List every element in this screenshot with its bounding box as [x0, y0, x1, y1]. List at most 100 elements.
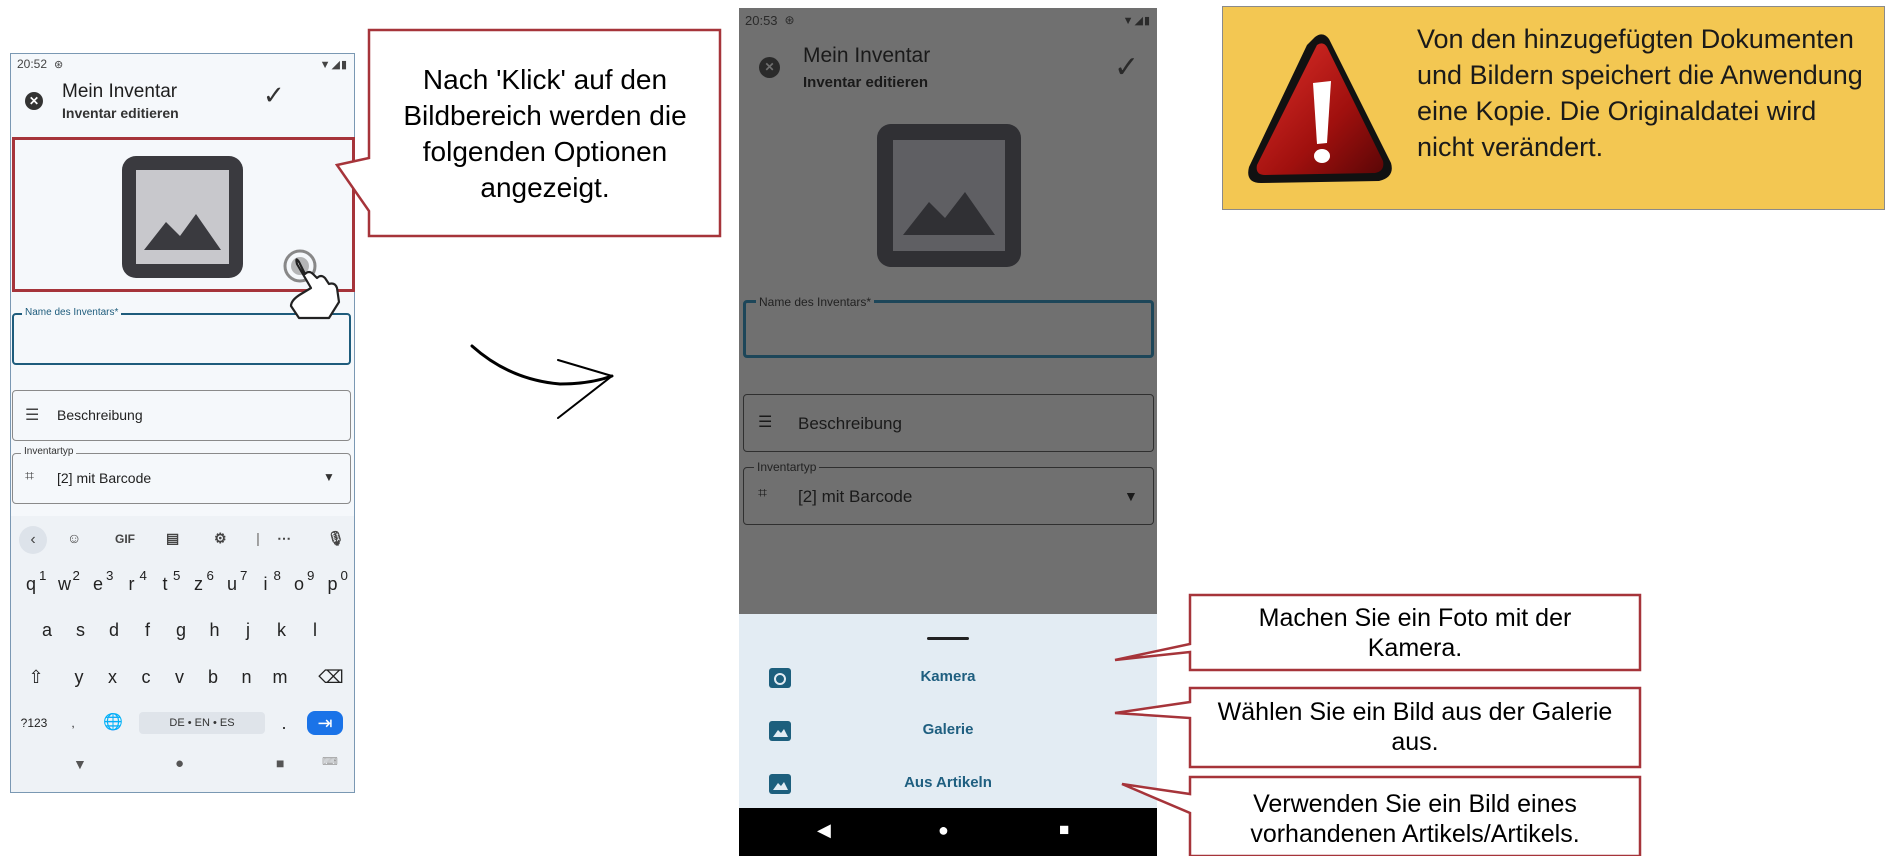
landscape-icon [903, 192, 995, 235]
inventory-name-label: Name des Inventars* [22, 307, 122, 318]
drag-handle[interactable] [927, 637, 969, 640]
on-screen-keyboard: ‹ ☺ GIF ▤ ⚙ | ⋯ 🎙 q1w2e3r4t5z6u7i8o9p0 a… [11, 516, 354, 792]
nav-back-icon[interactable]: ▼ [73, 756, 87, 772]
key-j[interactable]: j [236, 612, 260, 648]
shift-icon[interactable]: ⇧ [21, 659, 51, 695]
crop-icon: ⌗ [25, 468, 35, 485]
microphone-icon[interactable]: 🎙 [327, 530, 345, 547]
description-field[interactable]: ☰ Beschreibung [743, 394, 1154, 452]
status-time: 20:53 [745, 12, 778, 28]
option-from-articles-label: Aus Artikeln [904, 774, 992, 791]
key-hint: 2 [72, 568, 80, 583]
option-gallery-label: Galerie [922, 721, 974, 738]
key-row-3: ⇧ ⌫ yxcvbnm [11, 659, 354, 695]
key-h[interactable]: h [203, 612, 227, 648]
description-placeholder: Beschreibung [798, 414, 902, 433]
key-y[interactable]: y [67, 659, 91, 695]
system-nav-bar: ▼ ● ■ ⌨ [11, 752, 354, 782]
globe-icon[interactable]: 🌐 [101, 705, 125, 741]
key-hint: 8 [273, 568, 281, 583]
key-v[interactable]: v [168, 659, 192, 695]
app-bar: ✕ Mein Inventar Inventar editieren ✓ [11, 76, 354, 136]
option-gallery[interactable]: Galerie [739, 713, 1157, 749]
more-icon[interactable]: ⋯ [277, 530, 291, 547]
confirm-check-icon[interactable]: ✓ [1114, 50, 1139, 85]
key-d[interactable]: d [102, 612, 126, 648]
page-subtitle: Inventar editieren [803, 74, 929, 91]
inventory-type-value: [2] mit Barcode [798, 487, 913, 506]
option-camera[interactable]: Kamera [739, 660, 1157, 696]
close-icon[interactable]: ✕ [759, 57, 780, 78]
emoji-comma-key[interactable]: , [63, 705, 83, 741]
nav-back-icon[interactable]: ◀ [817, 820, 831, 841]
key-s[interactable]: s [69, 612, 93, 648]
sticker-icon[interactable]: ☺ [67, 530, 81, 546]
symbols-key[interactable]: ?123 [17, 705, 51, 741]
page-title: Mein Inventar [803, 44, 931, 67]
key-hint: 5 [173, 568, 181, 583]
hand-tap-icon [283, 249, 341, 320]
status-bar: 20:53 ⊛ ▼◢▮ [739, 8, 1157, 32]
nav-home-icon[interactable]: ● [175, 755, 184, 772]
settings-gear-icon[interactable]: ⚙ [214, 530, 227, 547]
warning-triangle-icon [1248, 34, 1392, 183]
inventory-name-field[interactable]: Name des Inventars* [743, 295, 1154, 358]
inventory-type-label: Inventartyp [21, 446, 77, 457]
description-lines-icon: ☰ [25, 407, 40, 424]
key-hint: 7 [240, 568, 248, 583]
nav-recents-icon[interactable]: ■ [276, 755, 284, 771]
crop-icon: ⌗ [758, 485, 768, 502]
key-b[interactable]: b [201, 659, 225, 695]
confirm-check-icon[interactable]: ✓ [263, 80, 285, 111]
key-k[interactable]: k [270, 612, 294, 648]
signal-battery-icon: ▼◢▮ [1122, 14, 1151, 27]
inventory-type-select[interactable]: Inventartyp ⌗ [2] mit Barcode ▼ [743, 460, 1154, 525]
description-lines-icon: ☰ [758, 414, 773, 431]
keyboard-hide-icon[interactable]: ⌨ [322, 755, 338, 768]
sync-icon: ⊛ [784, 13, 795, 27]
nav-recents-icon[interactable]: ■ [1059, 820, 1069, 840]
system-nav-bar: ◀ ● ■ [739, 808, 1157, 856]
key-a[interactable]: a [35, 612, 59, 648]
key-m[interactable]: m [268, 659, 292, 695]
chevron-left-icon[interactable]: ‹ [19, 526, 47, 554]
warning-note: Von den hinzugefügten Dokumenten und Bil… [1222, 6, 1885, 210]
arrow-right-icon [470, 344, 614, 419]
callout-gallery-text: Wählen Sie ein Bild aus der Galerie aus. [1217, 698, 1613, 756]
image-placeholder[interactable] [877, 124, 1021, 267]
inventory-type-label: Inventartyp [754, 460, 820, 474]
toolbar-divider: | [256, 530, 260, 546]
key-f[interactable]: f [136, 612, 160, 648]
page-subtitle: Inventar editieren [62, 105, 179, 121]
key-hint: 3 [106, 568, 114, 583]
key-x[interactable]: x [101, 659, 125, 695]
key-row-4: ?123 , 🌐 DE • EN • ES . ⇥ [11, 705, 354, 741]
image-source-bottom-sheet: Kamera Galerie Aus Artikeln [739, 614, 1157, 814]
key-row-2: asdfghjkl [11, 612, 354, 648]
backspace-icon[interactable]: ⌫ [316, 659, 346, 695]
key-hint: 6 [206, 568, 214, 583]
callout-camera-text: Machen Sie ein Foto mit der Kamera. [1258, 604, 1572, 662]
space-key[interactable]: DE • EN • ES [139, 712, 265, 734]
period-key[interactable]: . [275, 705, 293, 741]
option-from-articles[interactable]: Aus Artikeln [739, 766, 1157, 802]
gif-button[interactable]: GIF [115, 532, 135, 546]
clipboard-icon[interactable]: ▤ [166, 530, 179, 547]
option-camera-label: Kamera [920, 668, 976, 685]
description-field[interactable]: ☰ Beschreibung [12, 390, 351, 441]
status-time: 20:52 [17, 57, 48, 71]
key-hint: 0 [340, 568, 348, 583]
key-n[interactable]: n [235, 659, 259, 695]
enter-next-key[interactable]: ⇥ [307, 711, 343, 735]
phone-screen-image-options: 20:53 ⊛ ▼◢▮ ✕ Mein Inventar Inventar edi… [739, 8, 1157, 856]
nav-home-icon[interactable]: ● [938, 820, 949, 841]
status-bar: 20:52 ⊛ ▼◢▮ [11, 54, 354, 74]
key-l[interactable]: l [303, 612, 327, 648]
inventory-type-select[interactable]: Inventartyp ⌗ [2] mit Barcode ▼ [12, 446, 351, 504]
key-g[interactable]: g [169, 612, 193, 648]
callout-click-text: Nach 'Klick' auf den Bildbereich werden … [403, 64, 687, 203]
key-c[interactable]: c [134, 659, 158, 695]
page-title: Mein Inventar [62, 81, 178, 102]
chevron-down-icon: ▼ [1124, 488, 1138, 504]
close-icon[interactable]: ✕ [25, 92, 43, 110]
